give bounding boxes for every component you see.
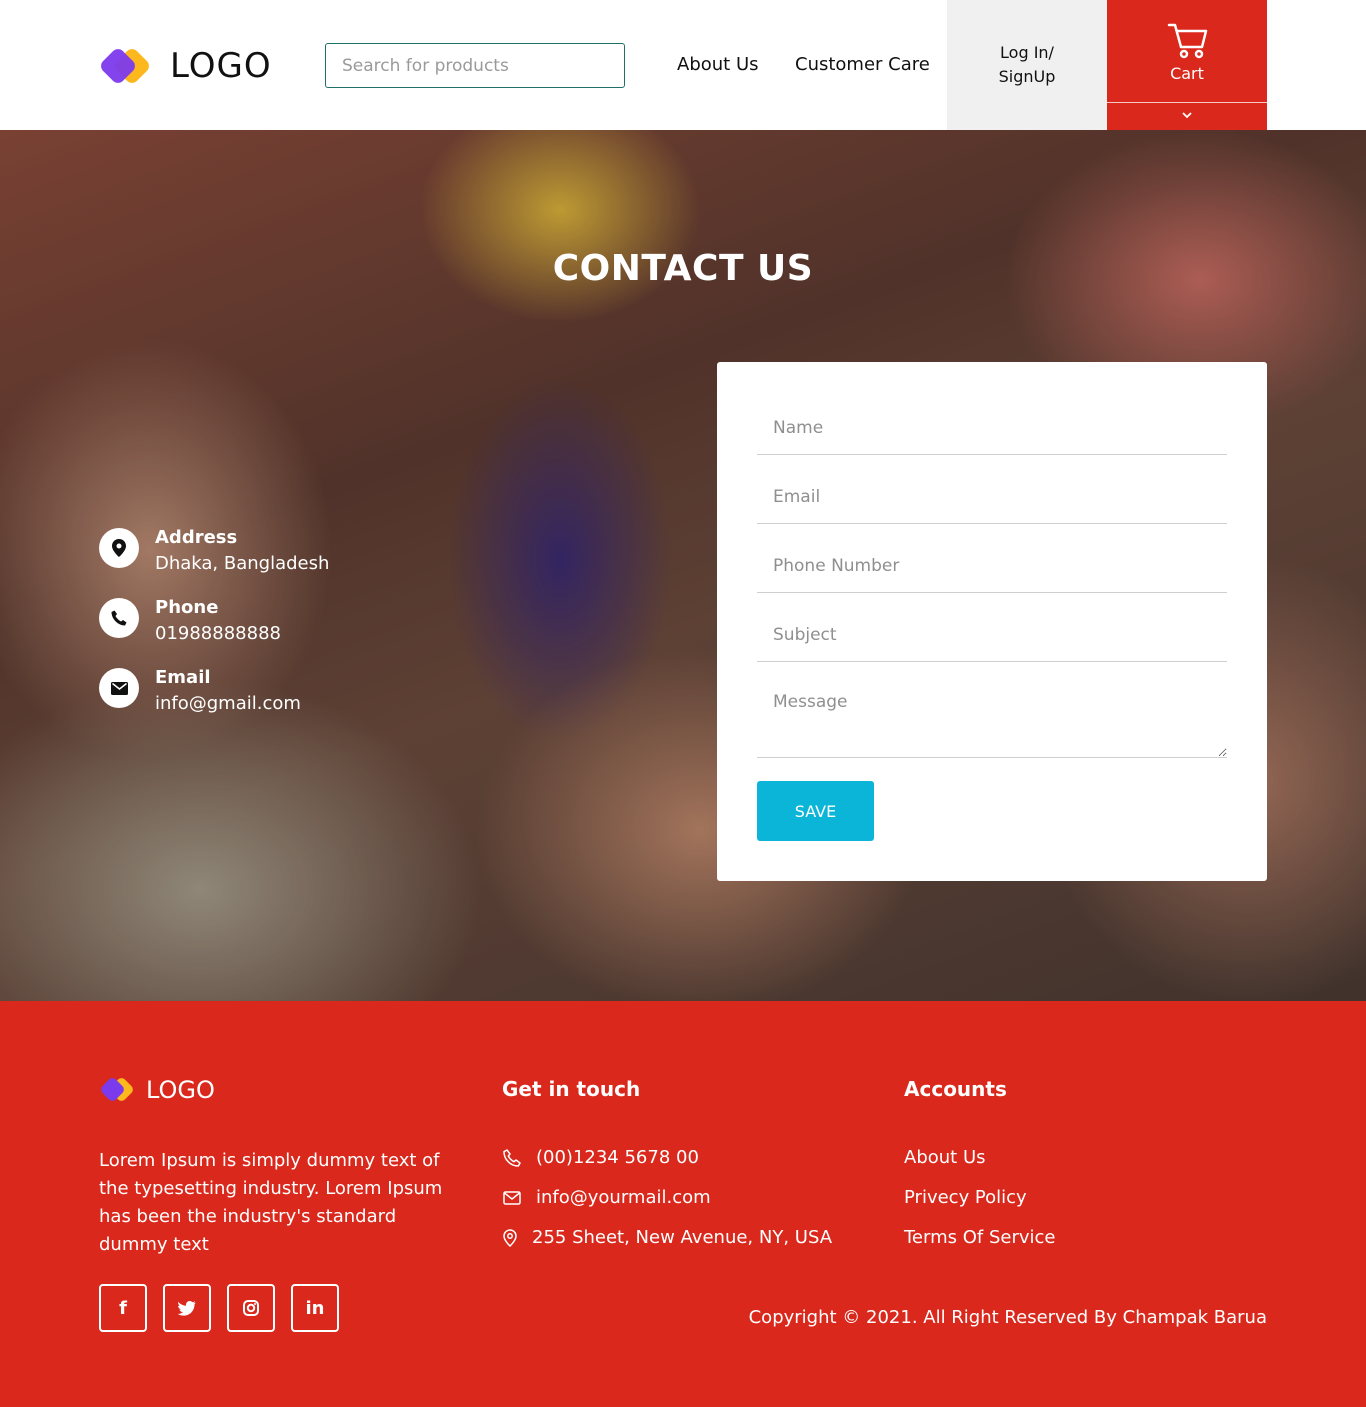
address-label: Address [155, 527, 238, 548]
logo-mark-icon [99, 1075, 136, 1105]
email-label: Email [155, 667, 211, 688]
chevron-down-icon[interactable] [1181, 110, 1193, 120]
cart-divider [1107, 102, 1267, 103]
footer-email[interactable]: info@yourmail.com [502, 1187, 711, 1208]
search-input[interactable] [325, 43, 625, 88]
footer-link-terms-of-service[interactable]: Terms Of Service [904, 1227, 1055, 1248]
site-header: LOGO About Us Customer Care Log In/ Sign… [0, 0, 1366, 130]
cart-label: Cart [1170, 64, 1204, 83]
cart-button[interactable]: Cart [1107, 0, 1267, 130]
email-value: info@gmail.com [155, 693, 301, 714]
footer-address-text: 255 Sheet, New Avenue, NY, USA [532, 1227, 833, 1248]
footer-email-text: info@yourmail.com [536, 1187, 711, 1208]
footer-phone[interactable]: (00)1234 5678 00 [502, 1147, 699, 1168]
copyright-text: Copyright © 2021. All Right Reserved By … [748, 1307, 1267, 1328]
message-field[interactable] [757, 678, 1227, 758]
footer-link-about-us[interactable]: About Us [904, 1147, 986, 1168]
phone-icon [502, 1148, 522, 1168]
login-signup-label: Log In/ SignUp [998, 43, 1056, 86]
contact-info-address: Address Dhaka, Bangladesh [99, 526, 329, 578]
instagram-icon [243, 1300, 259, 1316]
email-field[interactable] [757, 471, 1227, 524]
contact-hero: CONTACT US Address Dhaka, Bangladesh Pho… [0, 130, 1366, 1001]
footer-description: Lorem Ipsum is simply dummy text of the … [99, 1150, 443, 1255]
envelope-icon [99, 668, 139, 708]
get-in-touch-heading: Get in touch [502, 1077, 641, 1101]
login-signup-button[interactable]: Log In/ SignUp [947, 0, 1107, 130]
linkedin-icon: in [305, 1297, 325, 1319]
subject-field[interactable] [757, 609, 1227, 662]
footer-link-privacy-policy[interactable]: Privecy Policy [904, 1187, 1027, 1208]
cart-icon [1167, 23, 1208, 59]
phone-number-field[interactable] [757, 540, 1227, 593]
instagram-link[interactable] [227, 1284, 275, 1332]
location-pin-icon [99, 528, 139, 568]
linkedin-link[interactable]: in [291, 1284, 339, 1332]
contact-info-phone: Phone 01988888888 [99, 596, 281, 648]
footer-logo[interactable]: LOGO [99, 1075, 215, 1105]
contact-form: SAVE [717, 362, 1267, 881]
name-field[interactable] [757, 402, 1227, 455]
page-title: CONTACT US [552, 248, 814, 289]
accounts-heading: Accounts [904, 1077, 1007, 1101]
footer-address: 255 Sheet, New Avenue, NY, USA [502, 1227, 832, 1248]
logo-text: LOGO [170, 46, 272, 86]
address-value: Dhaka, Bangladesh [155, 553, 330, 574]
phone-icon [99, 598, 139, 638]
nav-about-us[interactable]: About Us [677, 54, 759, 75]
nav-customer-care[interactable]: Customer Care [795, 54, 930, 75]
envelope-icon [502, 1188, 522, 1208]
phone-label: Phone [155, 597, 219, 618]
footer-phone-text: (00)1234 5678 00 [536, 1147, 699, 1168]
site-logo[interactable]: LOGO [98, 44, 272, 88]
twitter-icon [178, 1300, 196, 1316]
contact-info-email: Email info@gmail.com [99, 666, 301, 718]
site-footer: LOGO Lorem Ipsum is simply dummy text of… [0, 1001, 1366, 1407]
footer-logo-text: LOGO [146, 1076, 215, 1104]
save-button[interactable]: SAVE [757, 781, 874, 841]
phone-value: 01988888888 [155, 623, 281, 644]
location-pin-icon [502, 1228, 518, 1248]
twitter-link[interactable] [163, 1284, 211, 1332]
facebook-icon: f [119, 1297, 127, 1319]
facebook-link[interactable]: f [99, 1284, 147, 1332]
logo-mark-icon [98, 46, 152, 86]
